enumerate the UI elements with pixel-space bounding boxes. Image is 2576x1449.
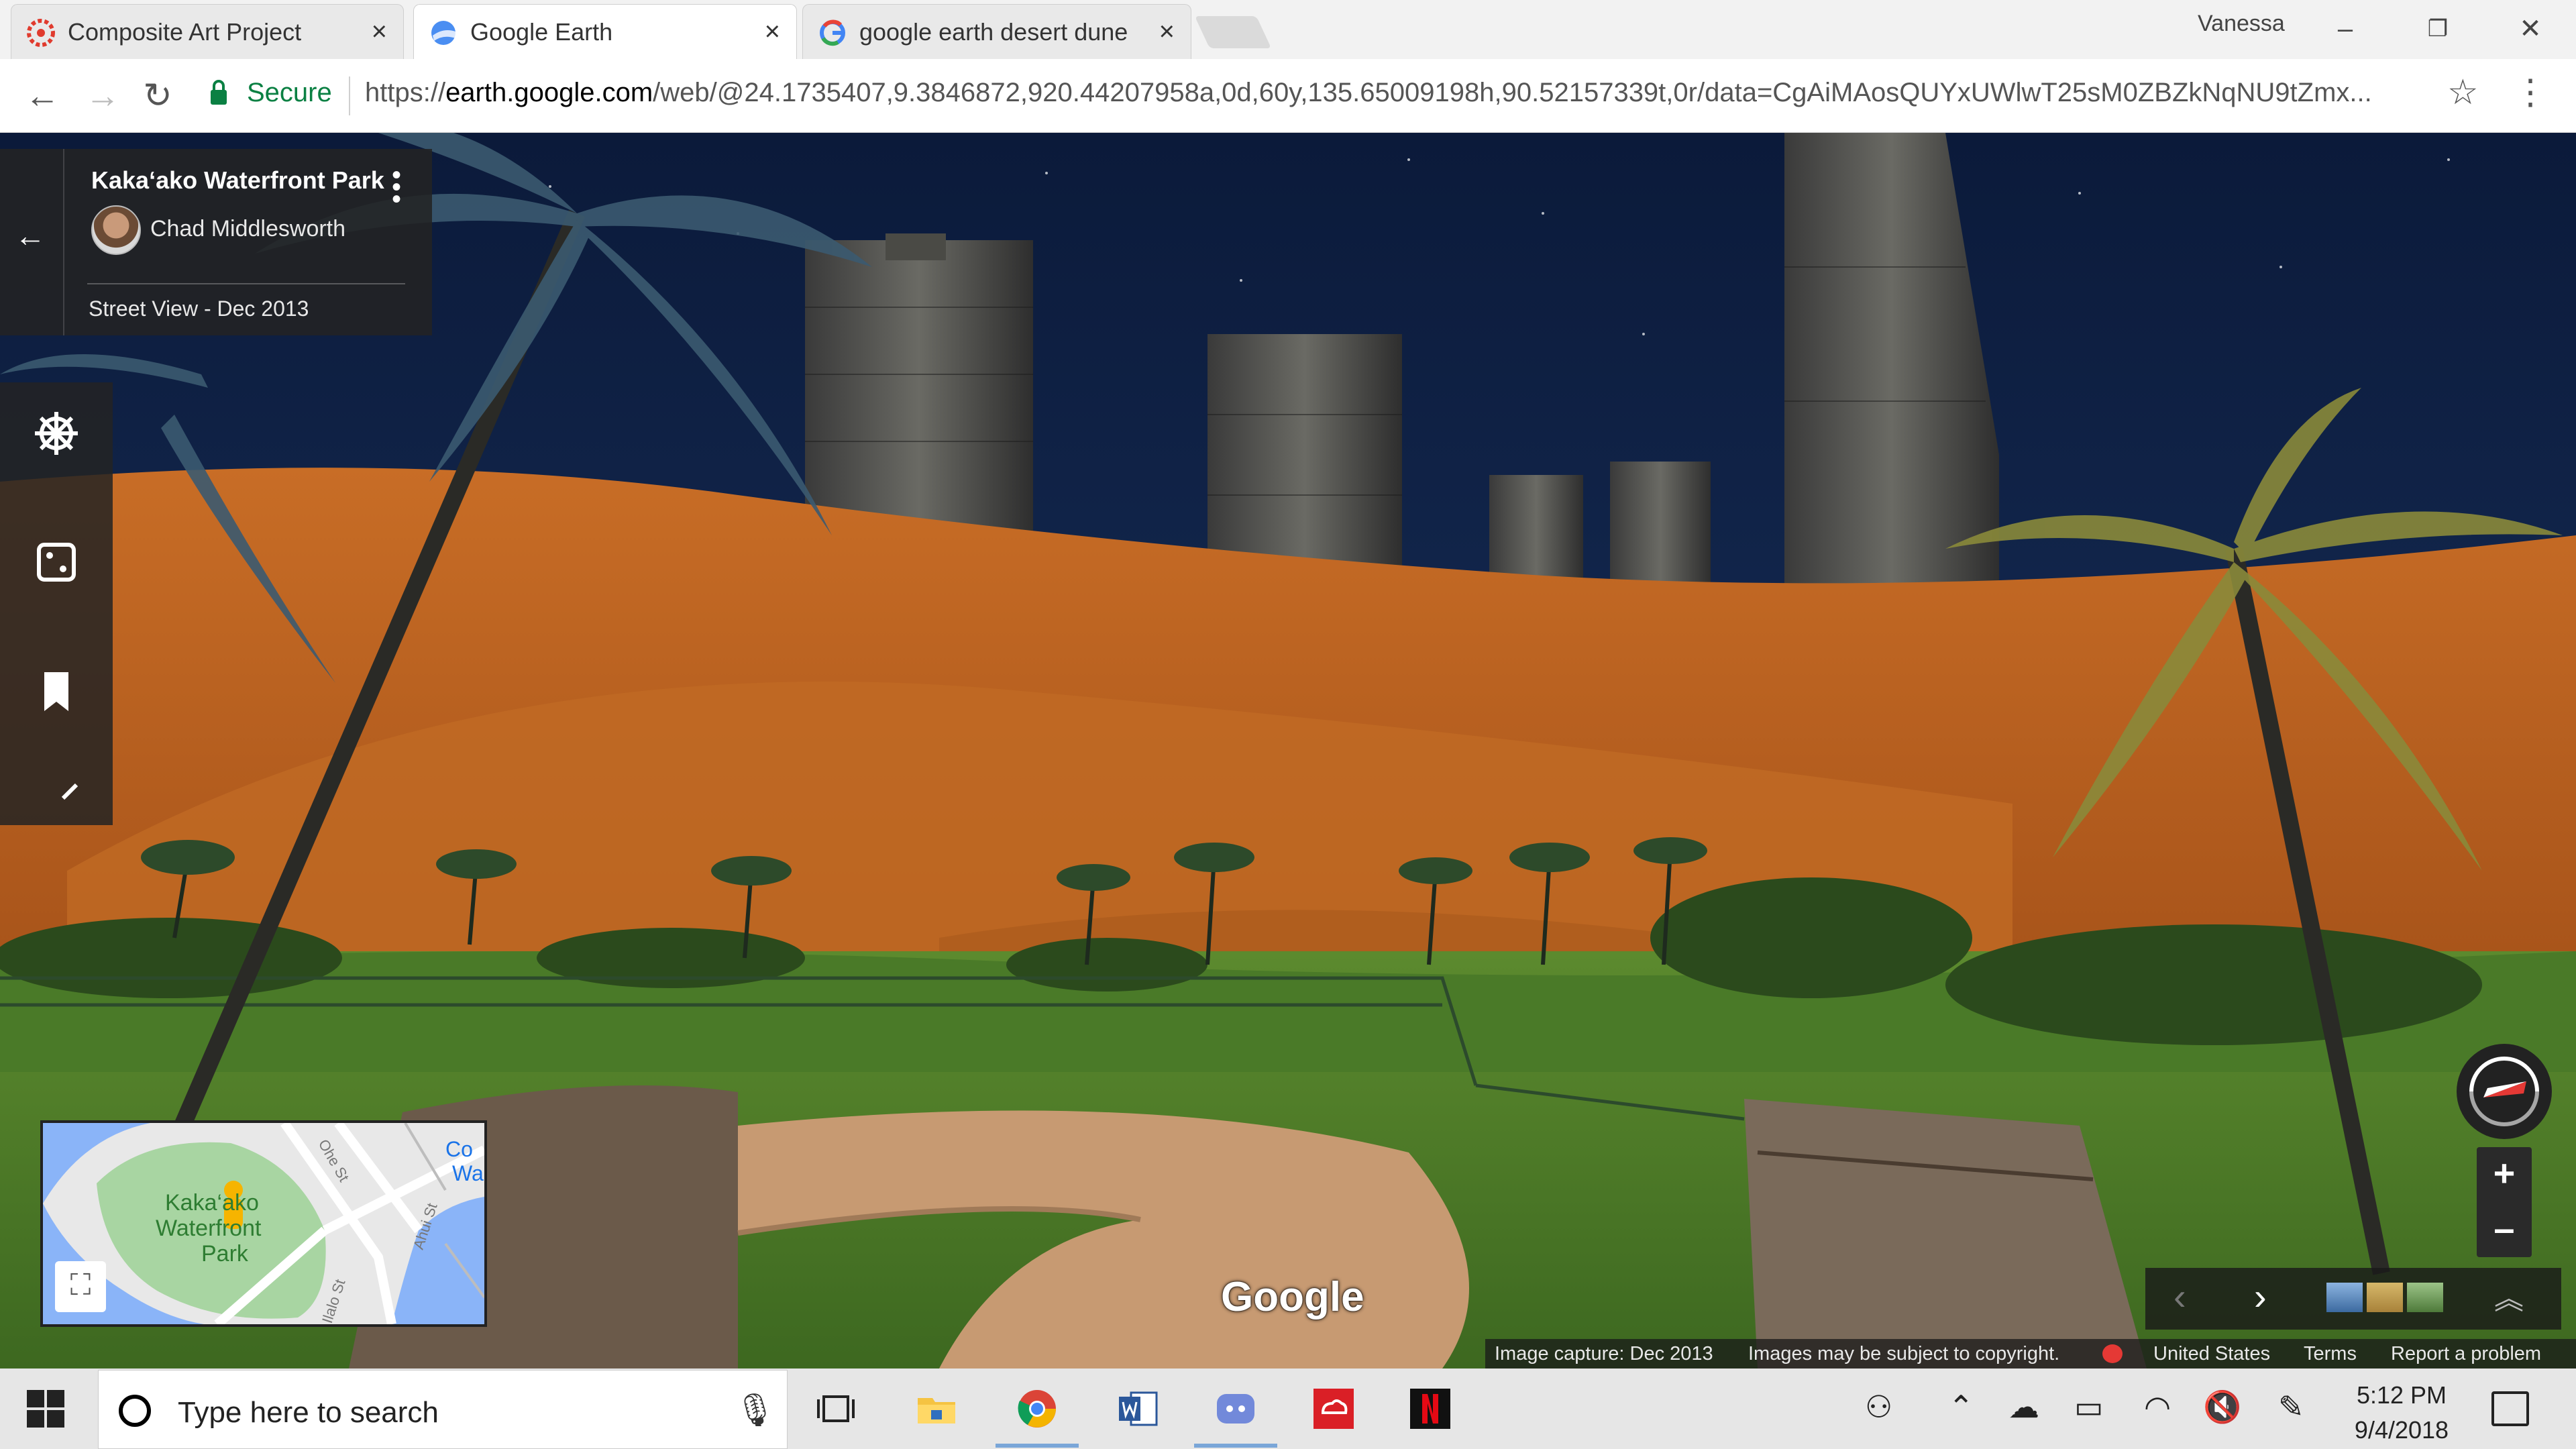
netflix-icon[interactable] [1409,1387,1452,1430]
battery-icon[interactable]: ▭ [2074,1389,2103,1425]
volume-muted-icon[interactable]: 🔇 [2203,1389,2241,1426]
terms-link[interactable]: Terms [2304,1343,2357,1365]
chrome-menu-icon[interactable]: ⋮ [2513,72,2548,113]
contributor-name[interactable]: Chad Middlesworth [150,216,345,242]
url-scheme: https:// [365,78,446,107]
tab-google-earth[interactable]: Google Earth × [413,4,797,59]
windows-start-icon[interactable] [27,1390,64,1428]
voyager-wheel-icon[interactable] [30,407,83,460]
street-view-info-card: ← Kaka‘ako Waterfront Park • • • Chad Midd… [0,149,432,335]
map-label-kakaako: Kaka‘ako [165,1190,259,1216]
new-tab-button[interactable] [1194,16,1272,48]
show-hidden-icons-icon[interactable]: ⌃ [1948,1389,1974,1425]
word-icon[interactable] [1116,1387,1159,1430]
tab-label: Google Earth [470,18,613,46]
google-plus-icon[interactable] [2102,1344,2123,1363]
place-name: Kaka‘ako Waterfront Park [91,166,384,194]
more-options-icon[interactable]: • • • [386,162,407,213]
minimize-icon[interactable]: – [2318,5,2372,52]
zoom-in-icon[interactable]: + [2477,1147,2532,1202]
bookmark-star-icon[interactable]: ☆ [2447,72,2479,113]
task-view-icon[interactable] [814,1387,857,1430]
image-capture-date: Image capture: Dec 2013 [1495,1343,1713,1364]
file-explorer-icon[interactable] [915,1387,958,1430]
map-label-waterfront: Waterfront [156,1216,262,1241]
expand-carousel-icon[interactable]: ︽ [2494,1275,2524,1318]
system-clock[interactable]: 5:12 PM 9/4/2018 [2314,1378,2489,1448]
url-path: /web/@24.1735407,9.3846872,920.44207958a… [653,78,2372,107]
tab-label: google earth desert dune [859,18,1128,46]
report-problem-link[interactable]: Report a problem [2391,1343,2541,1365]
map-label-park: Park [201,1241,249,1267]
taskbar-search-box[interactable]: Type here to search 🎙 [98,1370,788,1449]
clock-time: 5:12 PM [2356,1381,2447,1409]
attribution-footer: Image capture: Dec 2013 Images may be su… [1485,1339,2576,1368]
tab-composite-art-project[interactable]: Composite Art Project × [11,4,404,59]
action-center-icon[interactable] [2491,1391,2529,1426]
card-separator [87,283,405,284]
mini-map-canvas: Kaka‘ako Waterfront Park Co Wa Ahui St I… [43,1123,484,1324]
street-view-date: Street View - Dec 2013 [89,297,309,321]
lock-icon [211,80,227,105]
people-icon[interactable]: ⚇ [1865,1389,1892,1425]
close-tab-icon[interactable]: × [765,17,780,47]
map-label-co: Co [445,1137,473,1161]
share-icon[interactable] [30,771,83,825]
close-tab-icon[interactable]: × [1159,17,1175,47]
canvas-icon [27,19,55,47]
secure-label: Secure [247,78,332,107]
chrome-active-indicator [996,1444,1079,1448]
profile-name[interactable]: Vanessa [2198,11,2285,37]
restore-icon[interactable]: ❐ [2411,5,2465,52]
card-divider [63,149,64,335]
search-placeholder: Type here to search [178,1396,439,1429]
creative-cloud-icon[interactable] [1312,1387,1355,1430]
avatar [91,205,141,255]
mini-map[interactable]: Kaka‘ako Waterfront Park Co Wa Ahui St I… [40,1120,487,1327]
google-earth-icon [431,21,455,45]
cortana-icon [119,1395,151,1427]
tab-strip: Composite Art Project × Google Earth × g… [0,0,2576,59]
photo-thumbnail[interactable] [2367,1283,2403,1312]
expand-map-icon[interactable]: ⛶ [55,1261,106,1312]
forward-arrow-icon[interactable]: → [80,74,125,118]
previous-photo-icon[interactable]: ‹ [2174,1275,2186,1318]
address-bar[interactable]: https://earth.google.com/web/@24.1735407… [365,78,2424,108]
reload-icon[interactable]: ↻ [136,74,180,118]
zoom-out-icon[interactable]: – [2477,1202,2532,1257]
zoom-control: + – [2477,1147,2532,1257]
microphone-icon[interactable]: 🎙 [735,1391,775,1429]
wifi-icon[interactable]: ◠ [2144,1389,2171,1425]
tab-label: Composite Art Project [68,18,302,46]
photo-thumbnail[interactable] [2407,1283,2443,1312]
discord-active-indicator [1194,1444,1277,1448]
discord-icon[interactable] [1214,1387,1257,1430]
tab-google-search[interactable]: google earth desert dune × [802,4,1191,59]
left-tool-rail [0,382,113,825]
url-domain: earth.google.com [445,78,653,107]
google-watermark: Google [1221,1274,1364,1320]
photo-thumbnail[interactable] [2326,1283,2363,1312]
pen-icon[interactable]: ✎ [2278,1389,2304,1425]
onedrive-icon[interactable]: ☁ [2008,1389,2039,1425]
close-tab-icon[interactable]: × [372,17,387,47]
bookmark-icon[interactable] [30,664,83,718]
photo-navigation-panel: ‹ › ︽ [2145,1268,2561,1330]
chrome-icon[interactable] [1016,1387,1059,1430]
omnibox-divider [349,76,350,115]
back-arrow-icon[interactable]: ← [15,217,46,254]
back-arrow-icon[interactable]: ← [20,74,64,118]
compass-icon[interactable] [2457,1044,2552,1139]
close-window-icon[interactable]: ✕ [2504,5,2557,52]
region-link[interactable]: United States [2153,1343,2270,1365]
next-photo-icon[interactable]: › [2254,1275,2267,1318]
google-g-icon [820,19,845,46]
clock-date: 9/4/2018 [2354,1416,2449,1444]
browser-toolbar: ← → ↻ Secure https://earth.google.com/we… [0,59,2576,133]
windows-taskbar: Type here to search 🎙 ⚇ ⌃ ☁ ▭ ◠ 🔇 ✎ 5:12… [0,1368,2576,1449]
map-label-wa: Wa [452,1161,484,1185]
dice-icon[interactable] [30,535,83,589]
copyright-notice: Images may be subject to copyright. [1748,1343,2060,1364]
